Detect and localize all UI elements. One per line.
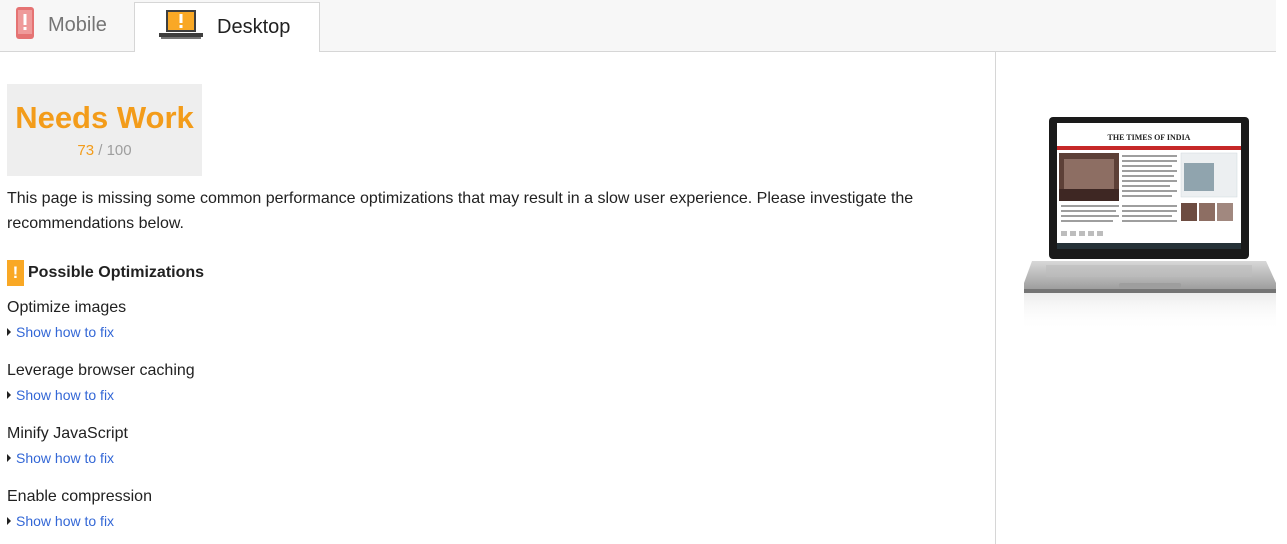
site-title: THE TIMES OF INDIA bbox=[1108, 133, 1191, 142]
score-max: / 100 bbox=[98, 142, 132, 159]
mobile-phone-warning-icon bbox=[16, 7, 34, 44]
possible-optimizations-header: ! Possible Optimizations bbox=[7, 260, 204, 286]
possible-optimizations-title: Possible Optimizations bbox=[28, 264, 205, 281]
caret-right-icon bbox=[7, 391, 11, 399]
optimization-item: Minify JavaScript Show how to fix bbox=[7, 424, 128, 466]
show-how-to-fix-label: Show how to fix bbox=[16, 513, 115, 529]
desktop-warning-icon bbox=[159, 10, 203, 45]
score-line: 73 / 100 bbox=[7, 142, 202, 159]
show-how-to-fix-link[interactable]: Show how to fix bbox=[7, 324, 126, 340]
caret-right-icon bbox=[7, 517, 11, 525]
tab-mobile[interactable]: Mobile bbox=[0, 0, 134, 51]
score-card: Needs Work 73 / 100 bbox=[7, 84, 202, 176]
show-how-to-fix-link[interactable]: Show how to fix bbox=[7, 387, 195, 403]
optimization-item: Enable compression Show how to fix bbox=[7, 487, 152, 529]
optimization-name: Optimize images bbox=[7, 299, 127, 316]
score-title: Needs Work bbox=[15, 100, 194, 135]
vertical-divider bbox=[995, 52, 996, 544]
optimization-name: Leverage browser caching bbox=[7, 362, 195, 379]
laptop-screenshot-preview: THE TIMES OF INDIA bbox=[1024, 113, 1277, 333]
tab-desktop-label: Desktop bbox=[217, 16, 291, 38]
device-tab-bar: Mobile Desktop bbox=[0, 0, 1276, 52]
caret-right-icon bbox=[7, 328, 11, 336]
optimization-name: Enable compression bbox=[7, 488, 152, 505]
tab-desktop[interactable]: Desktop bbox=[134, 2, 320, 52]
show-how-to-fix-label: Show how to fix bbox=[16, 324, 115, 340]
caret-right-icon bbox=[7, 454, 11, 462]
show-how-to-fix-link[interactable]: Show how to fix bbox=[7, 450, 128, 466]
show-how-to-fix-label: Show how to fix bbox=[16, 450, 115, 466]
optimization-name: Minify JavaScript bbox=[7, 425, 128, 442]
warning-icon: ! bbox=[7, 260, 24, 286]
optimization-item: Optimize images Show how to fix bbox=[7, 298, 126, 340]
show-how-to-fix-label: Show how to fix bbox=[16, 387, 115, 403]
score-value: 73 bbox=[77, 142, 95, 159]
summary-description: This page is missing some common perform… bbox=[7, 190, 914, 232]
tab-mobile-label: Mobile bbox=[48, 14, 107, 36]
optimization-item: Leverage browser caching Show how to fix bbox=[7, 361, 195, 403]
show-how-to-fix-link[interactable]: Show how to fix bbox=[7, 513, 152, 529]
